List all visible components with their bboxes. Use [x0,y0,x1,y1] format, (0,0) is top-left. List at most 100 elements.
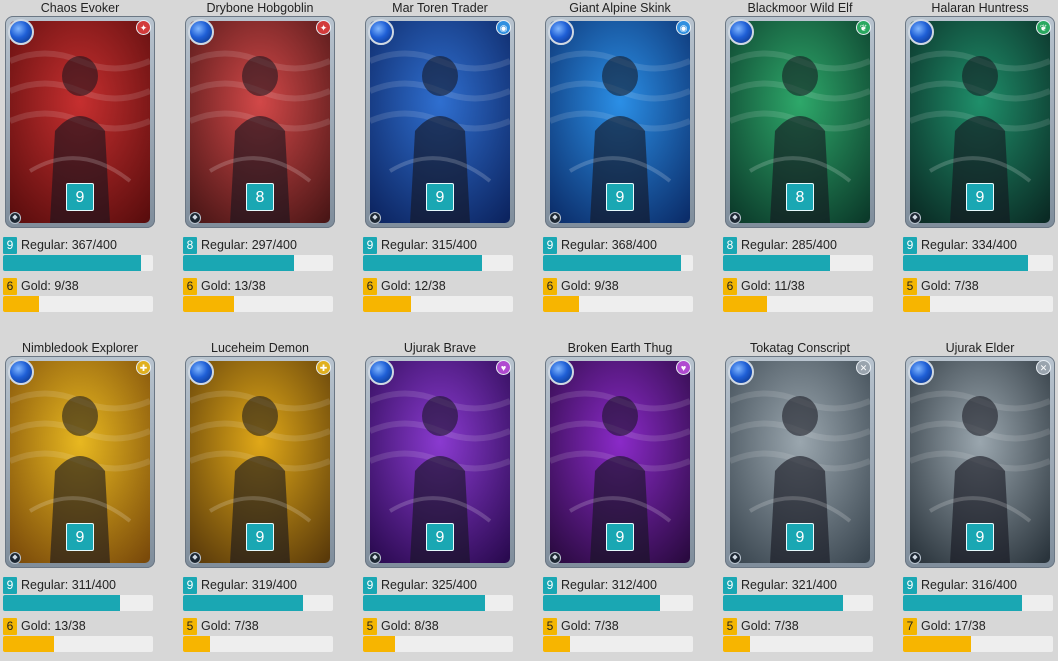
regular-level-badge: 9 [543,577,557,594]
card-cell[interactable]: Tokatag Conscript ✕ ◆ 9 9 Regular: 321/4… [723,340,877,652]
card-cell[interactable]: Halaran Huntress ❦ ◆ 9 9 Regular: 334/40… [903,0,1057,312]
life-element-icon: ✚ [316,360,331,375]
card-cell[interactable]: Mar Toren Trader ◉ ◆ 9 9 Regular: 315/40… [363,0,517,312]
card-name: Luceheim Demon [211,341,309,355]
water-element-icon: ◉ [676,20,691,35]
fire-element-icon: ✦ [136,20,151,35]
card-level-badge: 9 [786,523,814,551]
card-name: Nimbledook Explorer [21,341,139,355]
card-level-badge: 9 [426,523,454,551]
regular-level-badge: 8 [723,237,737,254]
gold-level-badge: 6 [543,278,557,295]
card-cell[interactable]: Drybone Hobgoblin ✦ ◆ 8 8 Regular: 297/4… [183,0,337,312]
gold-progress-bar [183,636,333,652]
gold-level-badge: 5 [363,618,377,635]
gold-progress-bar [723,636,873,652]
card-image[interactable]: ✕ ◆ 9 [905,356,1055,568]
card-cell[interactable]: Nimbledook Explorer ✚ ◆ 9 9 Regular: 311… [3,340,157,652]
card-cell[interactable]: Ujurak Brave ♥ ◆ 9 9 Regular: 325/400 5 … [363,340,517,652]
gold-progress-row: 6 Gold: 9/38 [3,275,157,295]
regular-progress-bar [543,255,693,271]
life-element-icon: ✚ [136,360,151,375]
card-image[interactable]: ♥ ◆ 9 [545,356,695,568]
regular-level-badge: 9 [3,237,17,254]
regular-progress-bar [903,255,1053,271]
gold-progress-text: Gold: 7/38 [561,619,619,633]
regular-progress-row: 8 Regular: 297/400 [183,234,337,254]
gold-progress-bar [363,636,513,652]
gold-level-badge: 6 [723,278,737,295]
card-image[interactable]: ✕ ◆ 9 [725,356,875,568]
card-name: Ujurak Brave [403,341,477,355]
card-cell[interactable]: Luceheim Demon ✚ ◆ 9 9 Regular: 319/400 … [183,340,337,652]
rarity-icon: ◆ [729,552,741,564]
mana-orb-icon [548,359,574,385]
regular-progress-text: Regular: 325/400 [381,578,477,592]
regular-progress-bar [183,595,333,611]
mana-orb-icon [368,359,394,385]
card-image[interactable]: ♥ ◆ 9 [365,356,515,568]
water-element-icon: ◉ [496,20,511,35]
mana-orb-icon [908,359,934,385]
regular-progress-row: 9 Regular: 315/400 [363,234,517,254]
card-image[interactable]: ◉ ◆ 9 [545,16,695,228]
gold-progress-row: 6 Gold: 9/38 [543,275,697,295]
card-level-badge: 9 [426,183,454,211]
card-image[interactable]: ✚ ◆ 9 [5,356,155,568]
rarity-icon: ◆ [549,212,561,224]
mana-orb-icon [728,359,754,385]
rarity-icon: ◆ [369,552,381,564]
card-image[interactable]: ✦ ◆ 9 [5,16,155,228]
regular-level-badge: 9 [903,577,917,594]
gold-progress-text: Gold: 9/38 [561,279,619,293]
earth-element-icon: ❦ [856,20,871,35]
gold-level-badge: 5 [903,278,917,295]
regular-level-badge: 9 [3,577,17,594]
card-cell[interactable]: Blackmoor Wild Elf ❦ ◆ 8 8 Regular: 285/… [723,0,877,312]
fire-element-icon: ✦ [316,20,331,35]
mana-orb-icon [548,19,574,45]
rarity-icon: ◆ [369,212,381,224]
card-cell[interactable]: Chaos Evoker ✦ ◆ 9 9 Regular: 367/400 6 … [3,0,157,312]
regular-progress-bar [363,595,513,611]
regular-progress-row: 9 Regular: 319/400 [183,574,337,594]
regular-progress-text: Regular: 334/400 [921,238,1017,252]
rarity-icon: ◆ [729,212,741,224]
regular-progress-text: Regular: 368/400 [561,238,657,252]
regular-level-badge: 9 [723,577,737,594]
regular-progress-text: Regular: 316/400 [921,578,1017,592]
card-level-badge: 8 [246,183,274,211]
card-level-badge: 9 [966,523,994,551]
death-element-icon: ♥ [496,360,511,375]
regular-level-badge: 8 [183,237,197,254]
gold-level-badge: 6 [183,278,197,295]
gold-progress-bar [543,296,693,312]
card-name: Ujurak Elder [945,341,1015,355]
neutral-element-icon: ✕ [1036,360,1051,375]
regular-progress-text: Regular: 297/400 [201,238,297,252]
card-image[interactable]: ✦ ◆ 8 [185,16,335,228]
card-image[interactable]: ❦ ◆ 8 [725,16,875,228]
card-name: Broken Earth Thug [567,341,673,355]
gold-progress-row: 5 Gold: 8/38 [363,615,517,635]
regular-progress-row: 9 Regular: 312/400 [543,574,697,594]
gold-progress-row: 5 Gold: 7/38 [543,615,697,635]
gold-progress-text: Gold: 13/38 [201,279,266,293]
card-image[interactable]: ✚ ◆ 9 [185,356,335,568]
card-cell[interactable]: Ujurak Elder ✕ ◆ 9 9 Regular: 316/400 7 … [903,340,1057,652]
regular-progress-text: Regular: 285/400 [741,238,837,252]
rarity-icon: ◆ [909,552,921,564]
card-name: Mar Toren Trader [392,1,488,15]
regular-progress-bar [543,595,693,611]
gold-level-badge: 6 [363,278,377,295]
card-image[interactable]: ❦ ◆ 9 [905,16,1055,228]
regular-progress-row: 8 Regular: 285/400 [723,234,877,254]
card-image[interactable]: ◉ ◆ 9 [365,16,515,228]
card-name: Chaos Evoker [40,1,120,15]
gold-progress-row: 5 Gold: 7/38 [183,615,337,635]
regular-progress-row: 9 Regular: 334/400 [903,234,1057,254]
gold-progress-bar [543,636,693,652]
card-level-badge: 9 [606,183,634,211]
card-cell[interactable]: Giant Alpine Skink ◉ ◆ 9 9 Regular: 368/… [543,0,697,312]
card-cell[interactable]: Broken Earth Thug ♥ ◆ 9 9 Regular: 312/4… [543,340,697,652]
